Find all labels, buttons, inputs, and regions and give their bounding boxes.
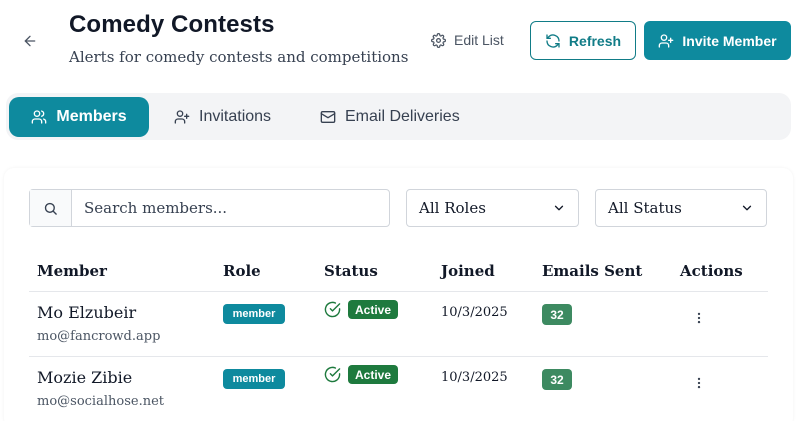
tab-bar: Members Invitations Email Deliveries <box>6 93 791 140</box>
status-cell: Active <box>324 365 399 384</box>
role-filter-value: All Roles <box>419 199 486 217</box>
status-badge: Active <box>348 365 399 384</box>
column-header-emails-sent[interactable]: Emails Sent <box>542 262 642 280</box>
search-icon <box>44 202 57 215</box>
joined-date: 10/3/2025 <box>441 370 508 385</box>
tab-invitations-label: Invitations <box>199 108 272 125</box>
status-badge: Active <box>348 300 399 319</box>
chevron-down-icon <box>554 205 564 211</box>
member-name: Mo Elzubeir <box>37 303 137 322</box>
user-plus-icon <box>174 110 190 124</box>
check-circle-icon <box>324 301 341 318</box>
mail-icon <box>320 111 336 123</box>
column-header-role[interactable]: Role <box>223 262 261 280</box>
search-box <box>29 189 390 227</box>
refresh-icon <box>546 33 560 48</box>
page-subtitle: Alerts for comedy contests and competiti… <box>69 48 409 66</box>
refresh-label: Refresh <box>568 32 622 49</box>
status-filter-value: All Status <box>608 199 682 217</box>
role-badge: member <box>223 304 285 324</box>
invite-member-label: Invite Member <box>682 32 777 49</box>
more-vertical-icon <box>697 377 701 389</box>
arrow-left-icon <box>24 35 36 47</box>
edit-list-button[interactable]: Edit List <box>425 24 510 56</box>
member-email: mo@socialhose.net <box>37 394 164 409</box>
column-header-actions: Actions <box>680 262 743 280</box>
refresh-button[interactable]: Refresh <box>530 21 636 60</box>
tab-email-deliveries-label: Email Deliveries <box>345 108 460 125</box>
emails-sent-badge: 32 <box>542 369 572 390</box>
row-actions-button[interactable] <box>689 308 709 328</box>
emails-sent-badge: 32 <box>542 304 572 325</box>
role-badge: member <box>223 369 285 389</box>
row-actions-button[interactable] <box>689 373 709 393</box>
check-circle-icon <box>324 366 341 383</box>
invite-member-button[interactable]: Invite Member <box>644 21 791 60</box>
tab-invitations[interactable]: Invitations <box>174 97 271 137</box>
column-header-member[interactable]: Member <box>37 262 107 280</box>
joined-date: 10/3/2025 <box>441 305 508 320</box>
table-divider <box>29 291 768 292</box>
tab-email-deliveries[interactable]: Email Deliveries <box>320 97 460 137</box>
users-icon <box>32 110 47 124</box>
search-icon-box <box>30 190 72 226</box>
status-cell: Active <box>324 300 399 319</box>
role-filter-select[interactable]: All Roles <box>406 189 579 227</box>
table-divider <box>29 356 768 357</box>
search-input[interactable] <box>72 190 389 226</box>
member-email: mo@fancrowd.app <box>37 329 161 344</box>
edit-list-label: Edit List <box>454 32 504 48</box>
user-plus-icon <box>659 33 674 48</box>
gear-icon <box>431 32 446 48</box>
page-title: Comedy Contests <box>69 11 275 38</box>
back-button[interactable] <box>19 30 41 52</box>
column-header-status[interactable]: Status <box>324 262 378 280</box>
member-name: Mozie Zibie <box>37 368 133 387</box>
chevron-down-icon <box>742 205 752 211</box>
tab-members-label: Members <box>56 108 127 125</box>
more-vertical-icon <box>697 312 701 324</box>
column-header-joined[interactable]: Joined <box>441 262 495 280</box>
tab-members[interactable]: Members <box>9 97 149 137</box>
status-filter-select[interactable]: All Status <box>595 189 767 227</box>
